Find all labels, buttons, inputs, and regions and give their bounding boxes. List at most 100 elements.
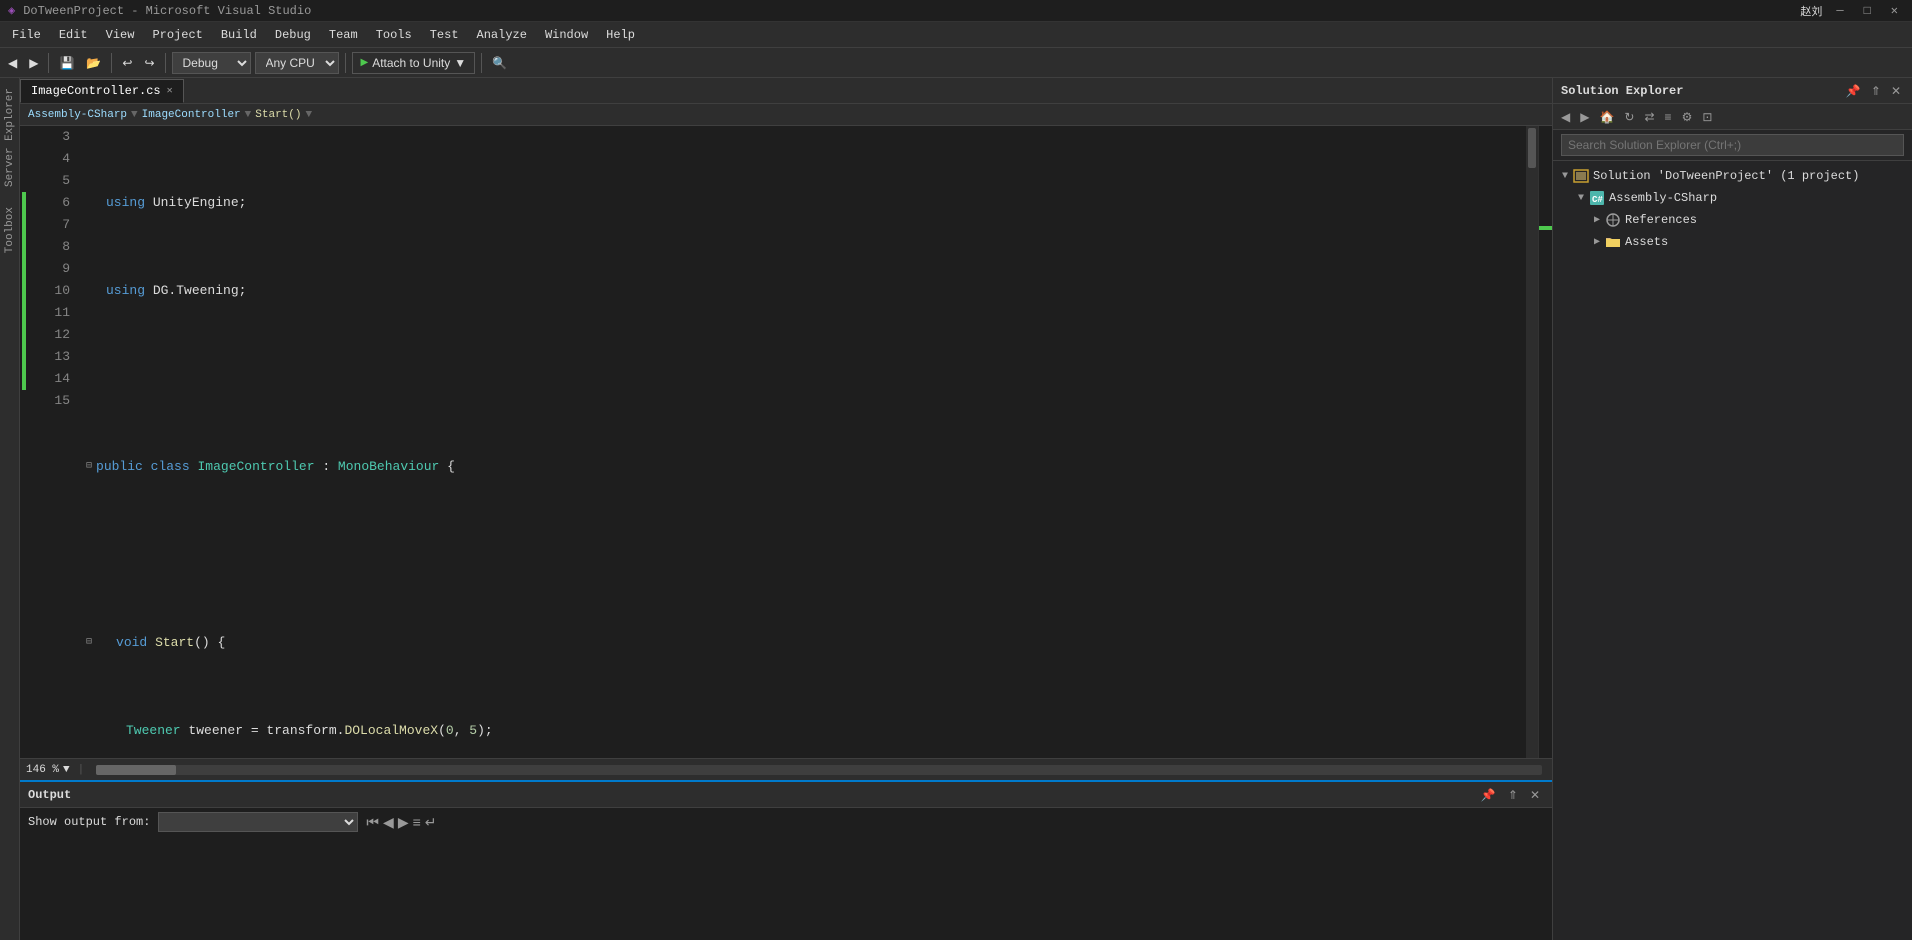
editor-container: ImageController.cs ✕ Assembly-CSharp ▼ I… bbox=[20, 78, 1552, 940]
tab-imagectroller-label: ImageController.cs bbox=[31, 84, 161, 98]
output-wrap-btn[interactable]: ↵ bbox=[425, 814, 437, 831]
toolbar-back[interactable]: ◀ bbox=[4, 54, 21, 72]
se-more-btn[interactable]: ⊡ bbox=[1698, 109, 1716, 125]
output-pin-btn[interactable]: 📌 bbox=[1477, 786, 1500, 804]
output-float-btn[interactable]: ⇑ bbox=[1504, 786, 1522, 804]
output-source-select[interactable] bbox=[158, 812, 358, 832]
menu-build[interactable]: Build bbox=[213, 26, 265, 44]
output-first-btn[interactable]: ⏮ bbox=[366, 814, 379, 831]
se-refresh-btn[interactable]: ↻ bbox=[1620, 109, 1638, 125]
tree-assets[interactable]: ▶ Assets bbox=[1553, 231, 1912, 253]
toolbox-label[interactable]: Toolbox bbox=[2, 197, 18, 263]
attach-to-unity-button[interactable]: ▶ Attach to Unity ▼ bbox=[352, 52, 476, 74]
menu-team[interactable]: Team bbox=[321, 26, 366, 44]
toolbar-open[interactable]: 📂 bbox=[82, 54, 105, 72]
se-tree: ▼ Solution 'DoTweenProject' (1 project) … bbox=[1553, 161, 1912, 940]
se-back-btn[interactable]: ◀ bbox=[1557, 109, 1574, 125]
left-margin bbox=[20, 126, 28, 758]
code-line-8: ⊟ void Start () { bbox=[86, 632, 1526, 654]
toolbar-sep-5 bbox=[481, 53, 482, 73]
menu-analyze[interactable]: Analyze bbox=[469, 26, 535, 44]
output-close-btn[interactable]: ✕ bbox=[1526, 786, 1544, 804]
output-filter-btn[interactable]: ≡ bbox=[413, 814, 421, 831]
tree-assembly[interactable]: ▼ C# Assembly-CSharp bbox=[1553, 187, 1912, 209]
se-pin-btn[interactable]: 📌 bbox=[1843, 83, 1864, 99]
code-editor[interactable]: 3 4 5 6 7 8 9 10 11 12 13 14 15 bbox=[20, 126, 1552, 758]
window-minimize[interactable]: ─ bbox=[1830, 4, 1849, 18]
line-numbers: 3 4 5 6 7 8 9 10 11 12 13 14 15 bbox=[28, 126, 78, 758]
svg-text:C#: C# bbox=[1592, 195, 1603, 205]
toolbar-redo[interactable]: ↪ bbox=[140, 54, 158, 72]
menu-help[interactable]: Help bbox=[598, 26, 643, 44]
se-search-input[interactable] bbox=[1561, 134, 1904, 156]
menu-debug[interactable]: Debug bbox=[267, 26, 319, 44]
menu-tools[interactable]: Tools bbox=[368, 26, 420, 44]
project-icon: C# bbox=[1589, 190, 1605, 206]
expand-assets[interactable]: ▶ bbox=[1589, 234, 1605, 250]
zoom-bar: 146 % ▼ | bbox=[20, 758, 1552, 780]
se-forward-btn[interactable]: ▶ bbox=[1576, 109, 1593, 125]
menu-test[interactable]: Test bbox=[422, 26, 467, 44]
output-controls: 📌 ⇑ ✕ bbox=[1477, 786, 1544, 804]
solution-icon bbox=[1573, 168, 1589, 184]
breadcrumb-method[interactable]: Start() bbox=[255, 109, 301, 121]
toolbar-undo[interactable]: ↩ bbox=[118, 54, 136, 72]
fold-6[interactable]: ⊟ bbox=[86, 456, 92, 478]
toolbar-sep-3 bbox=[165, 53, 166, 73]
tab-imagectroller[interactable]: ImageController.cs ✕ bbox=[20, 79, 184, 103]
fold-8[interactable]: ⊟ bbox=[86, 632, 92, 654]
debug-config-dropdown[interactable]: Debug Release bbox=[172, 52, 251, 74]
se-collapse-btn[interactable]: ⇑ bbox=[1868, 83, 1884, 99]
se-close-btn[interactable]: ✕ bbox=[1888, 83, 1904, 99]
breadcrumb-assembly[interactable]: Assembly-CSharp bbox=[28, 109, 127, 121]
server-explorer-label[interactable]: Server Explorer bbox=[2, 78, 18, 197]
window-title: DoTweenProject - Microsoft Visual Studio bbox=[23, 4, 311, 18]
output-header: Output 📌 ⇑ ✕ bbox=[20, 782, 1552, 808]
tree-solution[interactable]: ▼ Solution 'DoTweenProject' (1 project) bbox=[1553, 165, 1912, 187]
editor-scrollbar[interactable] bbox=[1526, 126, 1538, 758]
toolbar-forward[interactable]: ▶ bbox=[25, 54, 42, 72]
references-icon bbox=[1605, 212, 1621, 228]
expand-solution[interactable]: ▼ bbox=[1557, 168, 1573, 184]
se-filter-btn[interactable]: ≡ bbox=[1661, 109, 1676, 125]
se-home-btn[interactable]: 🏠 bbox=[1595, 109, 1618, 125]
tree-references[interactable]: ▶ References bbox=[1553, 209, 1912, 231]
window-close[interactable]: ✕ bbox=[1885, 3, 1904, 18]
code-breadcrumb: Assembly-CSharp ▼ ImageController ▼ Star… bbox=[20, 104, 1552, 126]
output-next-btn[interactable]: ▶ bbox=[398, 814, 409, 831]
assembly-label: Assembly-CSharp bbox=[1609, 191, 1717, 205]
code-line-3: using UnityEngine; bbox=[86, 192, 1526, 214]
output-panel: Output 📌 ⇑ ✕ Show output from: ⏮ ◀ bbox=[20, 780, 1552, 940]
ruler-mark bbox=[1539, 226, 1552, 230]
scrollbar-thumb[interactable] bbox=[1528, 128, 1536, 168]
se-header-controls: 📌 ⇑ ✕ bbox=[1843, 83, 1904, 99]
menu-edit[interactable]: Edit bbox=[51, 26, 96, 44]
toolbar-save[interactable]: 💾 bbox=[55, 54, 78, 72]
toolbar: ◀ ▶ 💾 📂 ↩ ↪ Debug Release Any CPU ▶ Atta… bbox=[0, 48, 1912, 78]
menu-file[interactable]: File bbox=[4, 26, 49, 44]
tab-close-imagectroller[interactable]: ✕ bbox=[167, 85, 173, 97]
se-search bbox=[1553, 130, 1912, 161]
output-toolbar-icons: ⏮ ◀ ▶ ≡ ↵ bbox=[366, 814, 436, 831]
code-line-5 bbox=[86, 368, 1526, 390]
menu-view[interactable]: View bbox=[98, 26, 143, 44]
code-line-6: ⊟ public class ImageController : MonoBeh… bbox=[86, 456, 1526, 478]
se-sync-btn[interactable]: ⇄ bbox=[1640, 109, 1658, 125]
menu-window[interactable]: Window bbox=[537, 26, 596, 44]
green-indicator bbox=[22, 192, 26, 390]
se-settings-btn[interactable]: ⚙ bbox=[1678, 109, 1697, 125]
output-prev-btn[interactable]: ◀ bbox=[383, 814, 394, 831]
platform-dropdown[interactable]: Any CPU bbox=[255, 52, 339, 74]
window-maximize[interactable]: □ bbox=[1858, 4, 1877, 18]
breadcrumb-class[interactable]: ImageController bbox=[142, 109, 241, 121]
zoom-dropdown[interactable]: ▼ bbox=[63, 764, 70, 776]
code-line-7 bbox=[86, 544, 1526, 566]
toolbar-search[interactable]: 🔍 bbox=[488, 54, 511, 72]
menu-project[interactable]: Project bbox=[144, 26, 210, 44]
title-bar: ◈ DoTweenProject - Microsoft Visual Stud… bbox=[0, 0, 1912, 22]
solution-label: Solution 'DoTweenProject' (1 project) bbox=[1593, 169, 1859, 183]
attach-dropdown-arrow: ▼ bbox=[454, 56, 466, 70]
expand-references[interactable]: ▶ bbox=[1589, 212, 1605, 228]
expand-assembly[interactable]: ▼ bbox=[1573, 190, 1589, 206]
code-content[interactable]: using UnityEngine; using DG.Tweening; ⊟ bbox=[78, 126, 1526, 758]
